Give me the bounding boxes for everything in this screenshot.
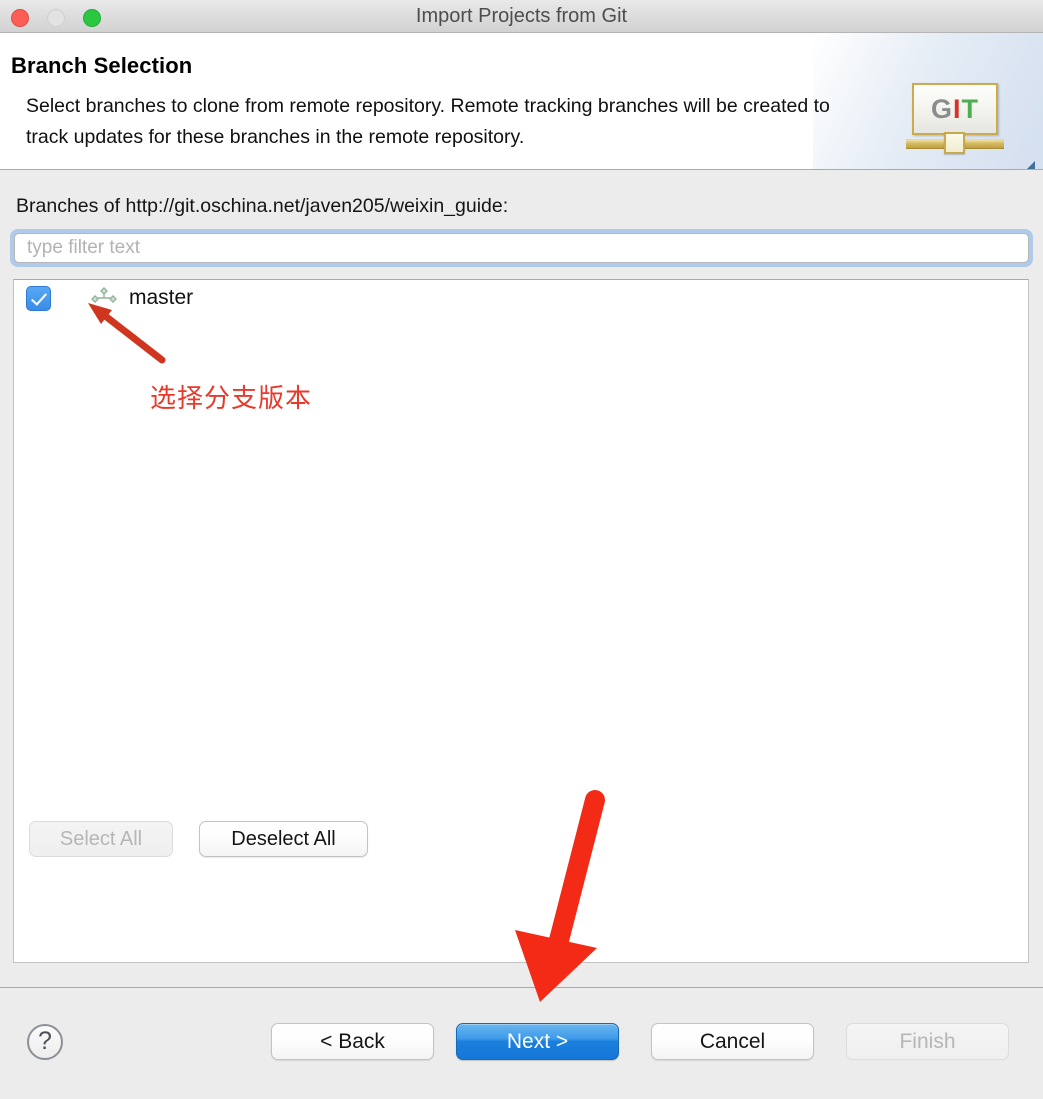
git-logo-letter-i: I: [953, 93, 962, 124]
import-projects-from-git-dialog: Import Projects from Git Branch Selectio…: [0, 0, 1043, 1099]
git-logo-letter-t: T: [961, 93, 980, 124]
git-logo-knob: [944, 132, 965, 154]
finish-button[interactable]: Finish: [846, 1023, 1009, 1060]
git-logo-letter-g: G: [930, 93, 953, 124]
page-description: Select branches to clone from remote rep…: [26, 95, 830, 148]
git-logo-board: GIT: [912, 83, 998, 135]
list-item[interactable]: master: [14, 280, 1028, 316]
branch-name: master: [129, 286, 194, 309]
next-button[interactable]: Next >: [456, 1023, 619, 1060]
branch-checkbox[interactable]: [26, 285, 51, 311]
filter-input[interactable]: [14, 233, 1029, 263]
git-branch-icon: [91, 287, 117, 309]
branches-label: Branches of http://git.oschina.net/javen…: [16, 195, 509, 217]
back-button[interactable]: < Back: [271, 1023, 434, 1060]
git-logo-text: GIT: [930, 93, 980, 124]
wizard-header: Branch Selection Select branches to clon…: [0, 33, 1043, 170]
git-logo-icon: GIT: [906, 81, 1006, 161]
window-title: Import Projects from Git: [415, 5, 628, 27]
filter-field-wrapper: [10, 229, 1033, 267]
window-titlebar: Import Projects from Git: [0, 0, 1043, 33]
select-all-button[interactable]: Select All: [29, 821, 173, 857]
annotation-note: 选择分支版本: [150, 384, 313, 414]
wizard-body: Branches of http://git.oschina.net/javen…: [0, 170, 1043, 987]
help-icon[interactable]: ?: [27, 1024, 63, 1060]
cancel-button[interactable]: Cancel: [651, 1023, 814, 1060]
page-title: Branch Selection: [11, 53, 193, 78]
deselect-all-button[interactable]: Deselect All: [199, 821, 368, 857]
